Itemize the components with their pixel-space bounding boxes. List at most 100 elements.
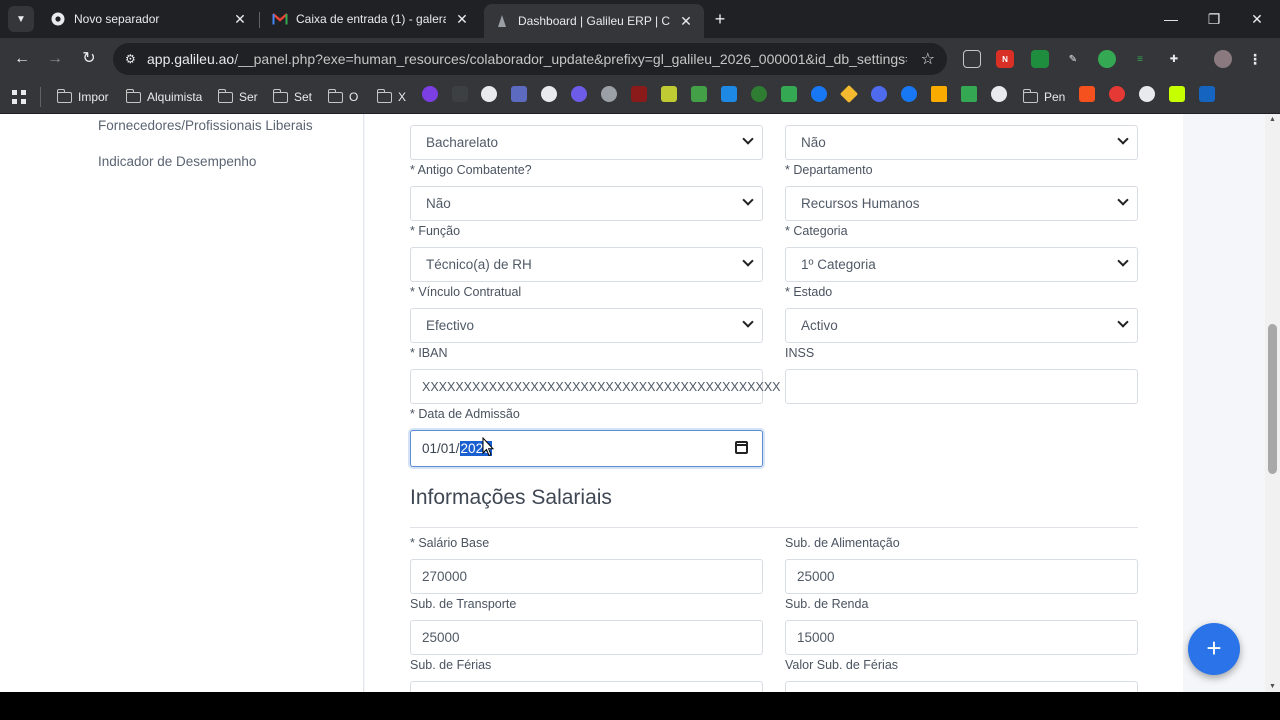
analytics-icon[interactable] [931, 86, 947, 102]
bookmark-star-icon[interactable]: ☆ [921, 49, 935, 69]
new-extension-icon[interactable]: N [996, 50, 1014, 68]
sidebar-item-indicador-desempenho[interactable]: Indicador de Desempenho [98, 154, 256, 169]
url-path: /__panel.php?exe=human_resources/colabor… [234, 51, 907, 67]
bookmark-favicon-icon[interactable] [1109, 86, 1125, 102]
habilitacoes-select[interactable]: Bacharelato [410, 125, 763, 160]
salario-base-input[interactable]: 270000 [410, 559, 763, 594]
new-tab-button[interactable]: + [709, 8, 731, 30]
tab-search-button[interactable]: ▼ [8, 6, 34, 32]
sheets-extension-icon[interactable] [1031, 50, 1049, 68]
bookmark-favicon-icon[interactable] [541, 86, 557, 102]
page-scrollbar[interactable]: ▲ ▼ [1265, 114, 1280, 692]
bookmark-favicon-icon[interactable] [991, 86, 1007, 102]
tab-title: Dashboard | Galileu ERP | Control [518, 14, 670, 28]
add-fab-button[interactable]: + [1188, 623, 1240, 675]
chevron-down-icon [742, 255, 754, 267]
google-icon[interactable] [1139, 86, 1155, 102]
bookmark-folder-impor[interactable]: Impor [56, 87, 109, 107]
chevron-down-icon [742, 316, 754, 328]
bookmark-favicon-icon[interactable] [631, 86, 647, 102]
bookmark-favicon-icon[interactable] [601, 86, 617, 102]
bookmark-favicon-icon[interactable] [781, 86, 797, 102]
screen: ▼ Novo separador ✕ Caixa de entrada (1) … [0, 0, 1280, 720]
page-background [1183, 114, 1265, 692]
reload-icon: ↻ [82, 50, 96, 67]
tab-new[interactable]: Novo separador ✕ [40, 4, 258, 34]
data-admissao-input[interactable]: 01/01/2026 [410, 430, 763, 467]
tab-gmail[interactable]: Caixa de entrada (1) - galeranet ✕ [262, 4, 480, 34]
site-settings-icon[interactable]: ⚙ [125, 52, 147, 66]
forward-button[interactable]: → [43, 47, 67, 71]
restore-button[interactable]: ❐ [1203, 8, 1225, 30]
bookmark-folder-pen[interactable]: Pen [1022, 87, 1065, 107]
antigo-combatente-select[interactable]: Não [410, 186, 763, 221]
bookmark-folder-set[interactable]: Set [272, 87, 312, 107]
bookmark-favicon-icon[interactable] [1169, 86, 1185, 102]
iban-input[interactable]: XXXXXXXXXXXXXXXXXXXXXXXXXXXXXXXXXXXXXXXX… [410, 369, 781, 404]
bookmark-favicon-icon[interactable] [571, 86, 587, 102]
chevron-down-icon [1117, 133, 1129, 145]
calendar-icon[interactable] [735, 441, 748, 454]
back-button[interactable]: ← [10, 47, 34, 71]
eyedropper-extension-icon[interactable]: ✎ [1064, 50, 1082, 68]
vinculo-select[interactable]: Efectivo [410, 308, 763, 343]
scrollbar-thumb[interactable] [1268, 324, 1277, 474]
bookmark-favicon-icon[interactable] [751, 86, 767, 102]
bookmark-favicon-icon[interactable] [871, 86, 887, 102]
data-admissao-label: * Data de Admissão [410, 407, 520, 421]
folder-icon [376, 88, 392, 103]
tab-dashboard[interactable]: Dashboard | Galileu ERP | Control ✕ [484, 4, 704, 38]
apps-grid-icon[interactable] [11, 87, 27, 107]
close-icon[interactable]: ✕ [678, 13, 694, 29]
bookmark-favicon-icon[interactable] [691, 86, 707, 102]
flow-extension-icon[interactable]: ≡ [1131, 50, 1149, 68]
close-window-button[interactable]: ✕ [1246, 8, 1268, 30]
sub-transporte-label: Sub. de Transporte [410, 597, 517, 611]
bookmark-favicon-icon[interactable] [1079, 86, 1095, 102]
image-extension-icon[interactable] [963, 50, 981, 68]
close-icon[interactable]: ✕ [454, 11, 470, 27]
categoria-select[interactable]: 1º Categoria [785, 247, 1138, 282]
galileu-icon [494, 13, 510, 29]
page-viewport: Fornecedores/Profissionais Liberais Indi… [0, 114, 1280, 692]
scroll-up-icon[interactable]: ▲ [1268, 116, 1277, 123]
sub-alimentacao-input[interactable]: 25000 [785, 559, 1138, 594]
sub-ferias-input[interactable] [410, 681, 763, 692]
bookmark-favicon-icon[interactable] [481, 86, 497, 102]
bookmark-favicon-icon[interactable] [1199, 86, 1215, 102]
drive-icon[interactable] [961, 86, 977, 102]
address-bar[interactable]: ⚙ app.galileu.ao/__panel.php?exe=human_r… [113, 43, 947, 75]
bookmark-folder-x[interactable]: X [376, 87, 406, 107]
chrome-icon [50, 11, 66, 27]
inss-input[interactable] [785, 369, 1138, 404]
bookmark-favicon-icon[interactable] [422, 86, 438, 102]
gmail-icon [272, 11, 288, 27]
departamento-select[interactable]: Recursos Humanos [785, 186, 1138, 221]
scroll-down-icon[interactable]: ▼ [1268, 683, 1277, 690]
sub-transporte-input[interactable]: 25000 [410, 620, 763, 655]
evernote-extension-icon[interactable] [1098, 50, 1116, 68]
sub-renda-input[interactable]: 15000 [785, 620, 1138, 655]
bookmark-folder-o[interactable]: O [327, 87, 358, 107]
funcao-select[interactable]: Técnico(a) de RH [410, 247, 763, 282]
meta-icon[interactable] [901, 86, 917, 102]
sidebar-item-fornecedores[interactable]: Fornecedores/Profissionais Liberais [98, 118, 313, 133]
profile-avatar[interactable] [1214, 50, 1232, 68]
sidebar: Fornecedores/Profissionais Liberais Indi… [0, 114, 364, 692]
bookmark-favicon-icon[interactable] [511, 86, 527, 102]
meta-icon[interactable] [811, 86, 827, 102]
bookmark-favicon-icon[interactable] [721, 86, 737, 102]
bookmark-favicon-icon[interactable] [452, 86, 468, 102]
estado-select[interactable]: Activo [785, 308, 1138, 343]
menu-kebab-icon[interactable]: ⋮ [1246, 50, 1264, 68]
bookmark-favicon-icon[interactable] [661, 86, 677, 102]
top-right-select[interactable]: Não [785, 125, 1138, 160]
url-text: app.galileu.ao/__panel.php?exe=human_res… [147, 51, 907, 67]
valor-sub-ferias-input[interactable] [785, 681, 1138, 692]
reload-button[interactable]: ↻ [77, 47, 101, 71]
bookmark-folder-alquimista[interactable]: Alquimista [125, 87, 202, 107]
minimize-button[interactable]: — [1160, 8, 1182, 30]
bookmark-folder-ser[interactable]: Ser [217, 87, 258, 107]
close-icon[interactable]: ✕ [232, 11, 248, 27]
extensions-puzzle-icon[interactable]: ✚ [1165, 50, 1183, 68]
